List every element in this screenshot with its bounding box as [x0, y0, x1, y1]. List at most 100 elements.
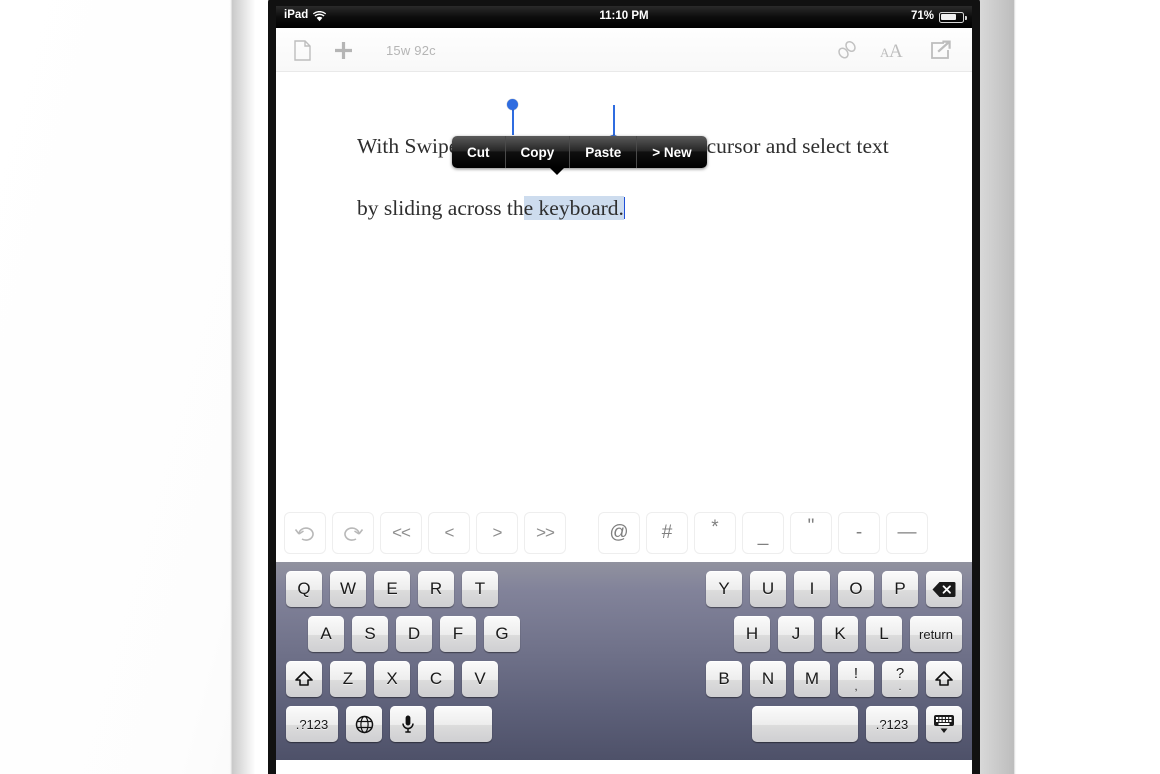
document-area[interactable]: With SwipeSelection, you can move the cu… [276, 72, 972, 504]
asterisk-glyph: * [711, 517, 719, 538]
skip-forward-button[interactable]: >> [524, 512, 566, 554]
microphone-icon[interactable] [390, 706, 426, 742]
key-s[interactable]: S [352, 616, 388, 652]
keyboard-left-row-4: .?123 [286, 706, 492, 742]
plus-icon[interactable] [333, 40, 354, 61]
key-q[interactable]: Q [286, 571, 322, 607]
space-key-left[interactable] [434, 706, 492, 742]
key-u[interactable]: U [750, 571, 786, 607]
quote-glyph: " [807, 516, 815, 537]
key-o[interactable]: O [838, 571, 874, 607]
menu-item-paste[interactable]: Paste [570, 136, 638, 168]
below-keyboard-page [276, 760, 972, 774]
battery-percent-label: 71% [910, 10, 934, 22]
key-question-period[interactable]: ? . [882, 661, 918, 697]
key-j[interactable]: J [778, 616, 814, 652]
microphone-glyph [401, 714, 415, 734]
at-key[interactable]: @ [598, 512, 640, 554]
key-l[interactable]: L [866, 616, 902, 652]
svg-text:A: A [889, 41, 903, 60]
globe-glyph [355, 715, 374, 734]
key-e[interactable]: E [374, 571, 410, 607]
keyboard-left-row-2: A S D F G [308, 616, 520, 652]
key-exclamation-comma[interactable]: ! , [838, 661, 874, 697]
text-caret [623, 197, 625, 219]
key-d[interactable]: D [396, 616, 432, 652]
battery-icon [939, 11, 967, 23]
step-forward-button[interactable]: > [476, 512, 518, 554]
keyboard-right-row-2: H J K L return [734, 616, 962, 652]
key-question-glyph: ? [895, 664, 905, 682]
key-m[interactable]: M [794, 661, 830, 697]
key-n[interactable]: N [750, 661, 786, 697]
hide-keyboard-icon[interactable] [926, 706, 962, 742]
keyboard-right-row-4: .?123 [752, 706, 962, 742]
selected-text[interactable]: e keyboard. [523, 196, 624, 220]
keyboard-right-row-3: B N M ! , ? . [706, 661, 962, 697]
key-c[interactable]: C [418, 661, 454, 697]
key-t[interactable]: T [462, 571, 498, 607]
globe-icon[interactable] [346, 706, 382, 742]
shift-glyph-right [934, 670, 954, 688]
menu-item-new[interactable]: > New [637, 136, 706, 168]
keyboard-left-row-3: Z X C V [286, 661, 498, 697]
backspace-icon[interactable] [926, 571, 962, 607]
asterisk-key[interactable]: * [694, 512, 736, 554]
undo-icon[interactable] [284, 512, 326, 554]
ios-status-bar: iPad 11:10 PM 71% [276, 6, 972, 28]
key-a[interactable]: A [308, 616, 344, 652]
share-icon[interactable] [930, 40, 952, 60]
edit-menu-popup: Cut Copy Paste > New [452, 136, 707, 175]
key-comma-glyph: , [854, 680, 858, 693]
selection-start-handle[interactable] [507, 99, 518, 110]
split-keyboard: Q W E R T A S D F G Z X C V .?123 Y U I … [276, 562, 972, 760]
hyphen-key[interactable]: - [838, 512, 880, 554]
key-w[interactable]: W [330, 571, 366, 607]
key-z[interactable]: Z [330, 661, 366, 697]
return-key[interactable]: return [910, 616, 962, 652]
ipad-screen: iPad 11:10 PM 71% 15w 92c A A With curso… [276, 6, 972, 774]
key-k[interactable]: K [822, 616, 858, 652]
redo-icon[interactable] [332, 512, 374, 554]
menu-item-copy[interactable]: Copy [506, 136, 571, 168]
selection-end-bar [613, 105, 615, 135]
key-p[interactable]: P [882, 571, 918, 607]
key-b[interactable]: B [706, 661, 742, 697]
quote-key[interactable]: " [790, 512, 832, 554]
keyboard-left-row-1: Q W E R T [286, 571, 498, 607]
app-toolbar: 15w 92c A A [276, 28, 972, 72]
app-toolbar-left: 15w 92c [294, 28, 436, 72]
space-key-right[interactable] [752, 706, 858, 742]
app-toolbar-right: A A [836, 28, 952, 72]
underscore-key[interactable]: _ [742, 512, 784, 554]
keyboard-accessory-bar: << < > >> @ # * _ " - — [276, 504, 972, 562]
key-period-glyph: . [898, 680, 902, 693]
key-x[interactable]: X [374, 661, 410, 697]
word-char-count: 15w 92c [386, 42, 436, 58]
keyboard-right-row-1: Y U I O P [706, 571, 962, 607]
backspace-glyph [932, 581, 956, 598]
skip-back-button[interactable]: << [380, 512, 422, 554]
key-exclamation-glyph: ! [853, 664, 859, 682]
key-v[interactable]: V [462, 661, 498, 697]
numbers-key-right[interactable]: .?123 [866, 706, 918, 742]
shift-icon[interactable] [286, 661, 322, 697]
status-bar-right: 71% [910, 10, 967, 23]
key-r[interactable]: R [418, 571, 454, 607]
numbers-key-left[interactable]: .?123 [286, 706, 338, 742]
shift-glyph [294, 670, 314, 688]
step-back-button[interactable]: < [428, 512, 470, 554]
link-icon[interactable] [836, 40, 858, 60]
menu-item-cut[interactable]: Cut [452, 136, 506, 168]
key-f[interactable]: F [440, 616, 476, 652]
text-size-icon[interactable]: A A [880, 40, 908, 60]
key-h[interactable]: H [734, 616, 770, 652]
key-g[interactable]: G [484, 616, 520, 652]
dash-key[interactable]: — [886, 512, 928, 554]
hash-key[interactable]: # [646, 512, 688, 554]
document-icon[interactable] [294, 39, 311, 61]
hide-keyboard-glyph [932, 713, 956, 735]
key-i[interactable]: I [794, 571, 830, 607]
key-y[interactable]: Y [706, 571, 742, 607]
shift-icon-right[interactable] [926, 661, 962, 697]
